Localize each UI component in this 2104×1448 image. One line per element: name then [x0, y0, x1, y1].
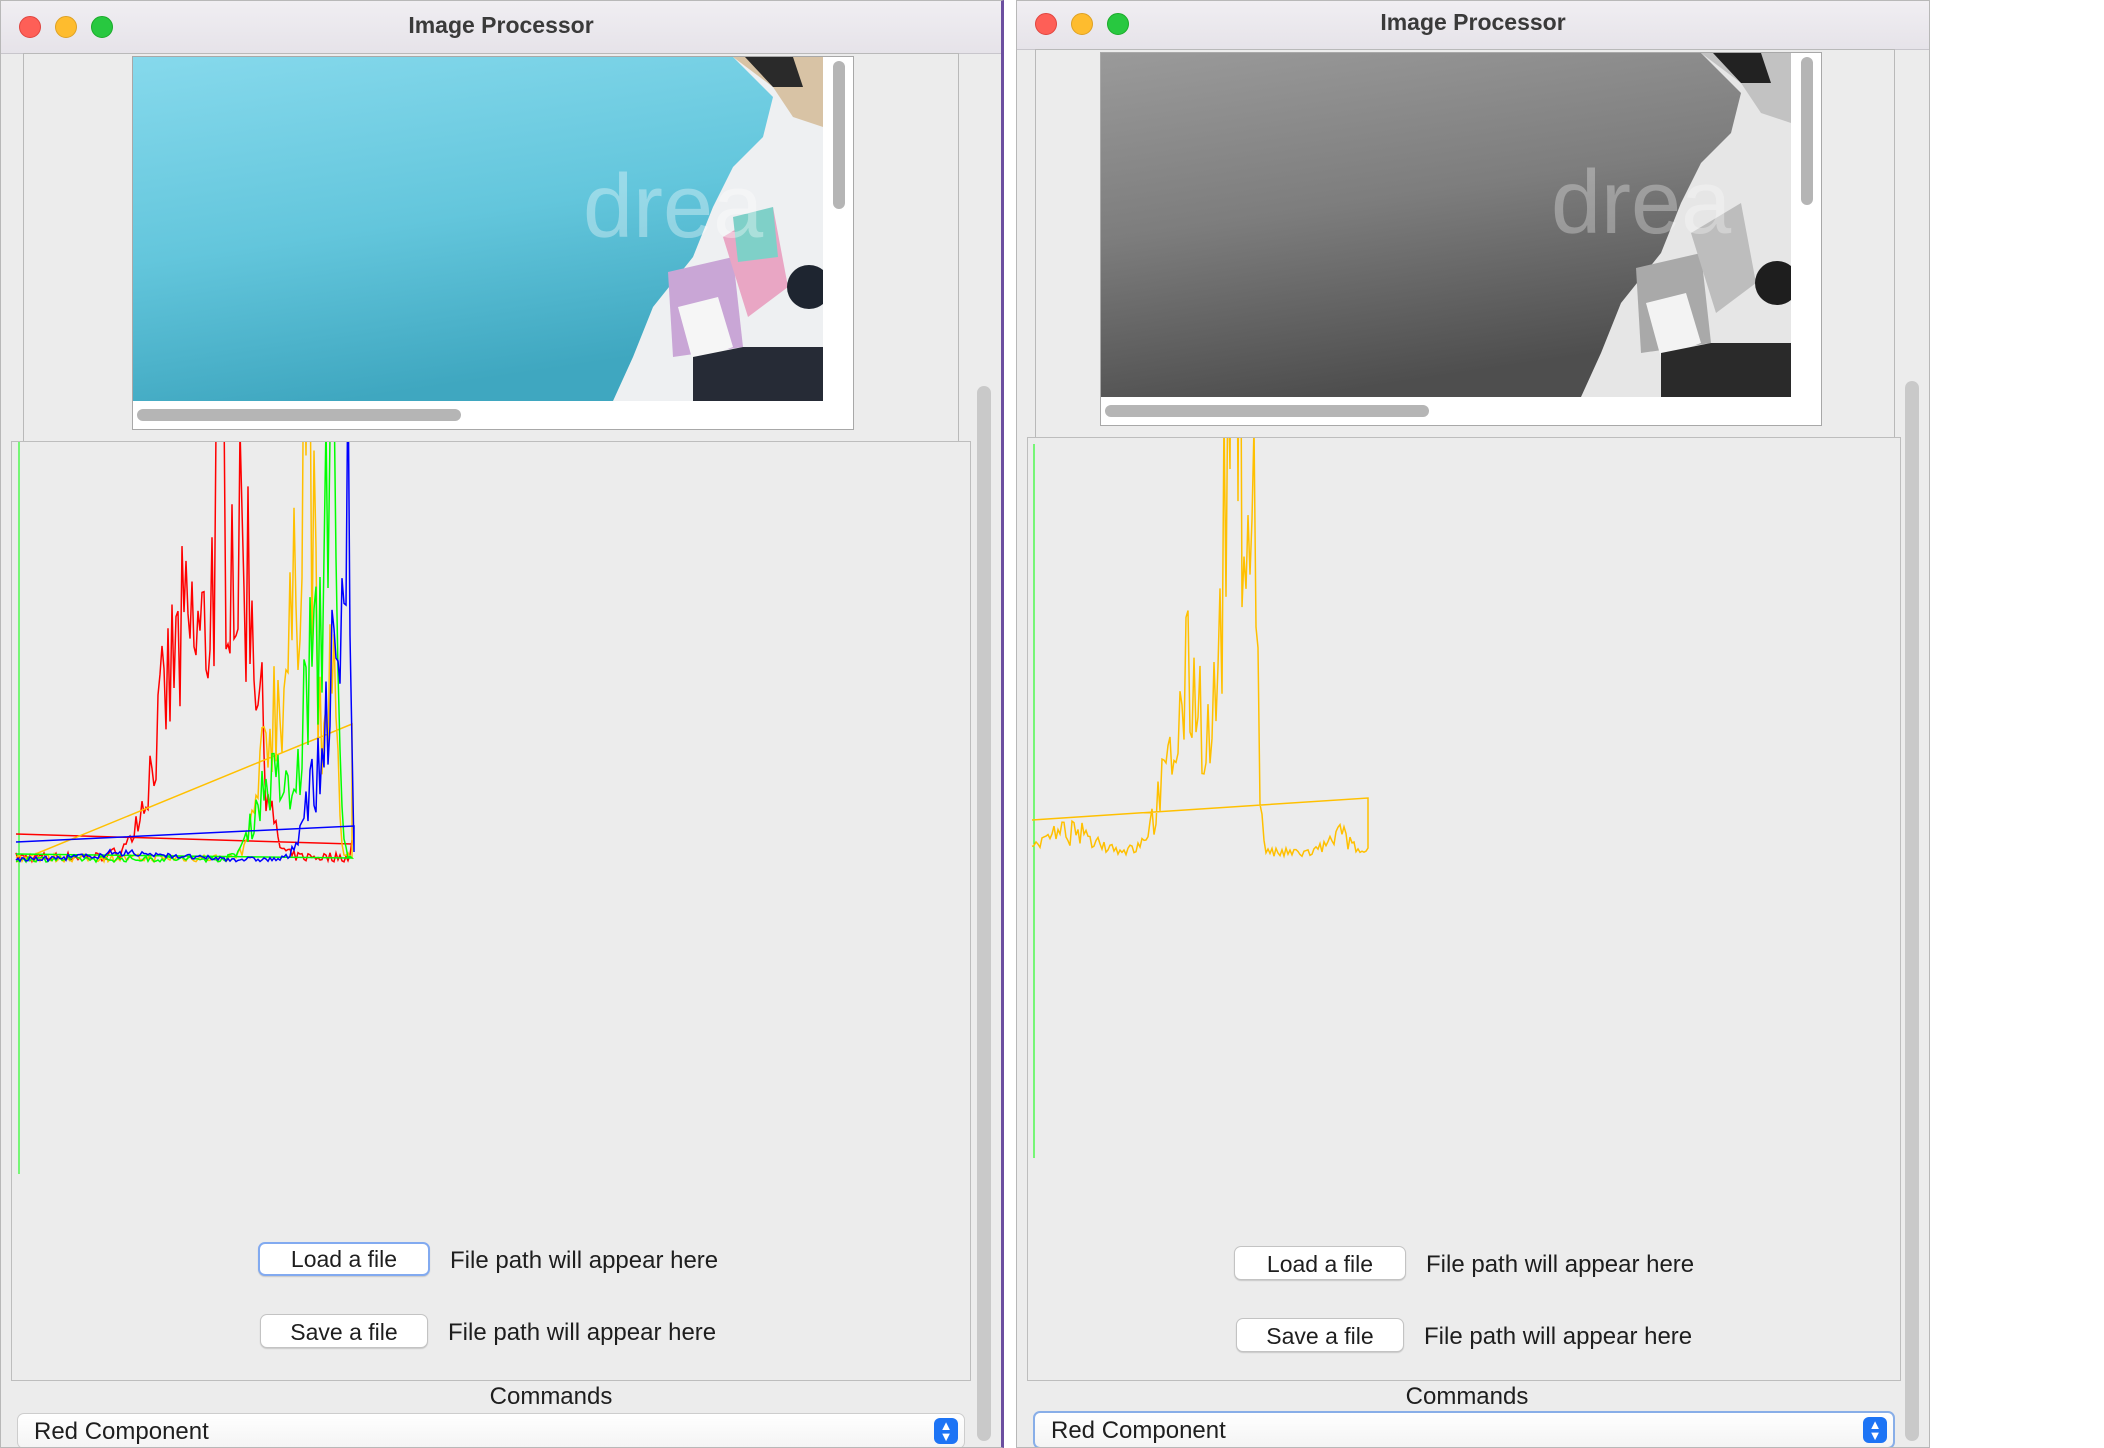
window-title: Image Processor [408, 12, 594, 38]
window-vertical-scrollbar[interactable] [977, 386, 991, 1441]
image-horizontal-scrollbar[interactable] [137, 409, 461, 421]
image-vertical-scrollbar[interactable] [1801, 57, 1813, 205]
load-file-path-label: File path will appear here [1426, 1251, 1695, 1278]
commands-dropdown[interactable]: Red Component ▲ ▼ [17, 1413, 965, 1447]
image-processor-window-right: Image Processor drea Load a file File pa… [1016, 0, 1930, 1448]
intensity-histogram [1031, 438, 1369, 1158]
save-file-path-label: File path will appear here [448, 1319, 717, 1346]
title-bar: Image Processor [1, 1, 1001, 54]
load-file-path-label: File path will appear here [450, 1247, 719, 1274]
chevron-updown-icon: ▲ ▼ [1863, 1417, 1887, 1443]
save-file-button[interactable]: Save a file [1236, 1318, 1404, 1352]
chevron-updown-icon: ▲ ▼ [934, 1418, 958, 1444]
intensity-histogram-line [15, 442, 353, 864]
image-panel: drea [1035, 49, 1895, 439]
image-horizontal-scrollbar[interactable] [1105, 405, 1429, 417]
image-panel: drea [23, 53, 959, 443]
window-title: Image Processor [1380, 9, 1566, 35]
image-preview: drea [1101, 53, 1791, 397]
commands-label: Commands [1405, 1383, 1529, 1410]
image-viewport[interactable]: drea [132, 56, 854, 430]
save-file-path-label: File path will appear here [1424, 1323, 1693, 1350]
watermark-text: drea [583, 157, 764, 257]
commands-dropdown[interactable]: Red Component ▲ ▼ [1033, 1411, 1895, 1447]
red-histogram-line [15, 442, 353, 864]
title-bar: Image Processor [1017, 1, 1929, 50]
histogram-and-controls-panel: Load a file File path will appear here S… [1027, 437, 1901, 1381]
blue-histogram-line [15, 442, 355, 863]
rgb-histogram [15, 442, 355, 1174]
commands-label: Commands [489, 1383, 613, 1410]
green-histogram-line [15, 442, 355, 864]
image-viewport[interactable]: drea [1100, 52, 1822, 426]
window-vertical-scrollbar[interactable] [1905, 381, 1919, 1441]
image-preview: drea [133, 57, 823, 401]
intensity-histogram-line [1031, 438, 1369, 859]
image-processor-window-left: Image Processor drea Load a file File pa… [0, 0, 1004, 1448]
load-file-button[interactable]: Load a file [1234, 1246, 1406, 1280]
load-file-button[interactable]: Load a file [258, 1242, 430, 1276]
image-vertical-scrollbar[interactable] [833, 61, 845, 209]
commands-dropdown-value: Red Component [1051, 1417, 1226, 1444]
save-file-button[interactable]: Save a file [260, 1314, 428, 1348]
commands-dropdown-value: Red Component [34, 1418, 209, 1445]
histogram-and-controls-panel: Load a file File path will appear here S… [11, 441, 971, 1381]
watermark-text: drea [1551, 153, 1732, 253]
